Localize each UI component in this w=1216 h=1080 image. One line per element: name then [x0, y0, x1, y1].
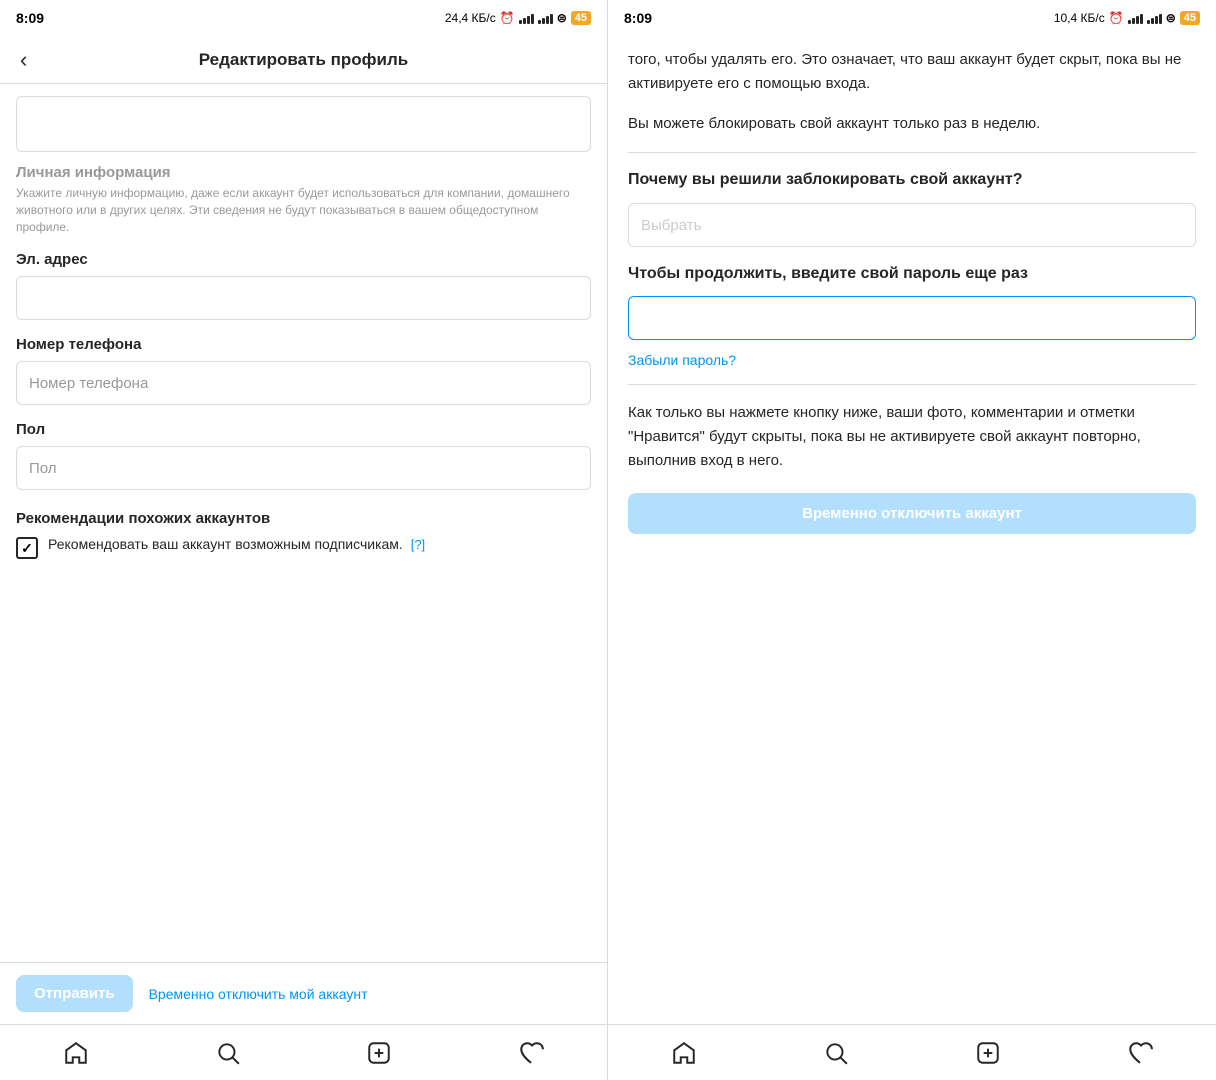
password-label: Чтобы продолжить, введите свой пароль ещ…: [628, 263, 1196, 285]
heart-nav-left[interactable]: [518, 1040, 544, 1066]
speed-right: 10,4 КБ/с: [1054, 11, 1105, 25]
status-bar-right: 8:09 10,4 КБ/с ⏰ ⊜ 45: [608, 0, 1216, 36]
intro-text-2: Вы можете блокировать свой аккаунт тольк…: [628, 112, 1196, 136]
gender-label: Пол: [16, 421, 591, 438]
phone-label: Номер телефона: [16, 336, 591, 353]
battery-left: 45: [571, 11, 591, 25]
recommend-text: Рекомендовать ваш аккаунт возможным подп…: [48, 535, 425, 555]
bio-input[interactable]: [16, 96, 591, 152]
signal-bars-4: [1147, 12, 1162, 24]
bottom-nav-left: [0, 1024, 607, 1080]
signal-bars-1: [519, 12, 534, 24]
disable-account-button[interactable]: Временно отключить аккаунт: [628, 493, 1196, 534]
left-scroll-content: Личная информация Укажите личную информа…: [0, 84, 607, 962]
back-button[interactable]: ‹: [16, 45, 31, 75]
status-time-left: 8:09: [16, 10, 44, 26]
left-footer: Отправить Временно отключить мой аккаунт: [0, 962, 607, 1024]
personal-info-title: Личная информация: [16, 164, 591, 181]
recommend-checkbox[interactable]: ✓: [16, 537, 38, 559]
wifi-icon-right: ⊜: [1166, 11, 1176, 25]
submit-button[interactable]: Отправить: [16, 975, 133, 1012]
edit-profile-header: ‹ Редактировать профиль: [0, 36, 607, 84]
home-nav-left[interactable]: [63, 1040, 89, 1066]
password-input[interactable]: [628, 296, 1196, 340]
status-bar-left: 8:09 24,4 КБ/с ⏰ ⊜ 45: [0, 0, 607, 36]
home-nav-right[interactable]: [671, 1040, 697, 1066]
right-scroll-content: того, чтобы удалять его. Это означает, ч…: [608, 36, 1216, 1024]
intro-text-1: того, чтобы удалять его. Это означает, ч…: [628, 48, 1196, 96]
page-title: Редактировать профиль: [199, 50, 408, 70]
divider-2: [628, 384, 1196, 385]
block-question-title: Почему вы решили заблокировать свой акка…: [628, 169, 1196, 191]
divider-1: [628, 152, 1196, 153]
add-nav-right[interactable]: [975, 1040, 1001, 1066]
right-panel: 8:09 10,4 КБ/с ⏰ ⊜ 45 того, чтобы удалят…: [608, 0, 1216, 1080]
add-nav-left[interactable]: [366, 1040, 392, 1066]
recommendations-title: Рекомендации похожих аккаунтов: [16, 510, 591, 527]
gender-input[interactable]: Пол: [16, 446, 591, 490]
heart-nav-right[interactable]: [1127, 1040, 1153, 1066]
wifi-icon: ⊜: [557, 11, 567, 25]
status-icons-right: 10,4 КБ/с ⏰ ⊜ 45: [1054, 11, 1200, 25]
disable-account-link[interactable]: Временно отключить мой аккаунт: [149, 986, 368, 1002]
search-nav-left[interactable]: [215, 1040, 241, 1066]
recommendations-row: ✓ Рекомендовать ваш аккаунт возможным по…: [16, 535, 591, 559]
help-badge[interactable]: [?]: [411, 537, 425, 552]
battery-right: 45: [1180, 11, 1200, 25]
signal-bars-3: [1128, 12, 1143, 24]
forgot-password-link[interactable]: Забыли пароль?: [628, 352, 1196, 368]
bottom-nav-right: [608, 1024, 1216, 1080]
reason-select[interactable]: Выбрать: [628, 203, 1196, 247]
signal-bars-2: [538, 12, 553, 24]
search-nav-right[interactable]: [823, 1040, 849, 1066]
email-input[interactable]: [16, 276, 591, 320]
email-label: Эл. адрес: [16, 251, 591, 268]
phone-input[interactable]: Номер телефона: [16, 361, 591, 405]
alarm-icon: ⏰: [500, 11, 515, 25]
status-icons-left: 24,4 КБ/с ⏰ ⊜ 45: [445, 11, 591, 25]
speed-left: 24,4 КБ/с: [445, 11, 496, 25]
bottom-note-text: Как только вы нажмете кнопку ниже, ваши …: [628, 401, 1196, 473]
personal-info-desc: Укажите личную информацию, даже если акк…: [16, 185, 591, 235]
alarm-icon-right: ⏰: [1109, 11, 1124, 25]
status-time-right: 8:09: [624, 10, 652, 26]
left-panel: 8:09 24,4 КБ/с ⏰ ⊜ 45 ‹ Редактировать пр…: [0, 0, 608, 1080]
